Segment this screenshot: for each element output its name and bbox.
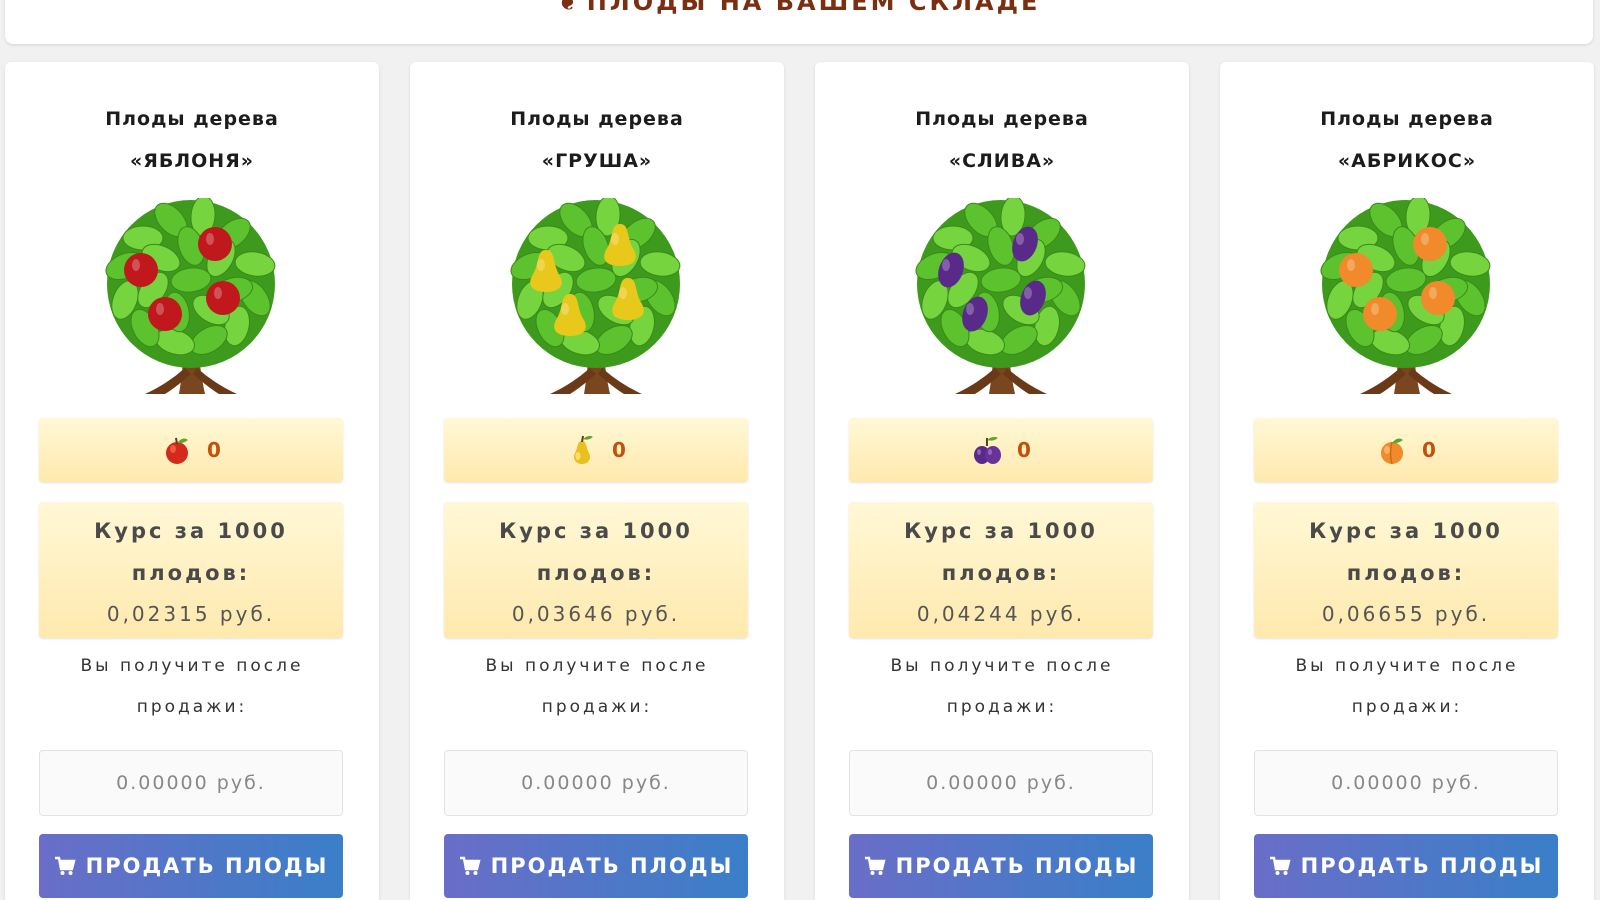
card-title: Плоды дерева «АБРИКОС» bbox=[1220, 98, 1594, 182]
rate-label: Курс за 1000 плодов: bbox=[849, 502, 1153, 594]
pear-icon bbox=[574, 435, 594, 464]
receive-amount-field: 0.00000 руб. bbox=[39, 750, 343, 816]
fruit-count-box: 0 bbox=[39, 418, 343, 482]
rate-label-line2: плодов: bbox=[131, 561, 251, 585]
fruit-count-box: 0 bbox=[444, 418, 748, 482]
rate-label-line2: плодов: bbox=[941, 561, 1061, 585]
card-title-line1: Плоды дерева bbox=[105, 108, 279, 130]
apple-tree-icon bbox=[105, 198, 276, 394]
rate-label: Курс за 1000 плодов: bbox=[39, 502, 343, 594]
card-title-line1: Плоды дерева bbox=[915, 108, 1089, 130]
fruit-cards: Плоды дерева «ЯБЛОНЯ» 0 Курс за 1000 плод… bbox=[0, 62, 1600, 900]
rate-label-line1: Курс за 1000 bbox=[904, 519, 1098, 543]
rate-label: Курс за 1000 плодов: bbox=[444, 502, 748, 594]
sell-button-label: ПРОДАТЬ ПЛОДЫ bbox=[85, 854, 329, 878]
rate-value: 0,04244 руб. bbox=[916, 602, 1086, 626]
page-title: ❦ ПЛОДЫ НА ВАШЕМ СКЛАДЕ bbox=[5, 0, 1593, 16]
sell-button-label: ПРОДАТЬ ПЛОДЫ bbox=[1300, 854, 1544, 878]
receive-label-line2: продажи: bbox=[946, 697, 1058, 717]
rate-value: 0,06655 руб. bbox=[1321, 602, 1491, 626]
receive-label: Вы получите после продажи: bbox=[855, 646, 1149, 728]
card-title-line2: «АБРИКОС» bbox=[1337, 150, 1477, 172]
card-title: Плоды дерева «СЛИВА» bbox=[815, 98, 1189, 182]
page-title-text: ПЛОДЫ НА ВАШЕМ СКЛАДЕ bbox=[586, 0, 1041, 16]
fruit-count: 0 bbox=[612, 438, 626, 462]
card-title-line1: Плоды дерева bbox=[510, 108, 684, 130]
receive-label-line2: продажи: bbox=[541, 697, 653, 717]
fruit-card-apricot: Плоды дерева «АБРИКОС» 0 Курс за 1000 пло… bbox=[1220, 62, 1594, 900]
sell-button-label: ПРОДАТЬ ПЛОДЫ bbox=[490, 854, 734, 878]
card-title-line2: «СЛИВА» bbox=[948, 150, 1056, 172]
rate-label-line1: Курс за 1000 bbox=[499, 519, 693, 543]
receive-label: Вы получите после продажи: bbox=[45, 646, 339, 728]
fruit-count-box: 0 bbox=[849, 418, 1153, 482]
receive-amount-field: 0.00000 руб. bbox=[1254, 750, 1558, 816]
cart-icon bbox=[864, 856, 886, 875]
card-title: Плоды дерева «ЯБЛОНЯ» bbox=[5, 98, 379, 182]
receive-label-line2: продажи: bbox=[1351, 697, 1463, 717]
sell-fruits-button[interactable]: ПРОДАТЬ ПЛОДЫ bbox=[444, 834, 748, 898]
card-title-line2: «ЯБЛОНЯ» bbox=[129, 150, 255, 172]
fruit-card-pear: Плоды дерева «ГРУША» 0 Курс за 1000 плодо… bbox=[410, 62, 784, 900]
receive-label-line1: Вы получите после bbox=[485, 656, 709, 676]
fruit-count: 0 bbox=[1017, 438, 1031, 462]
rate-label: Курс за 1000 плодов: bbox=[1254, 502, 1558, 594]
receive-label-line2: продажи: bbox=[136, 697, 248, 717]
rate-label-line1: Курс за 1000 bbox=[94, 519, 288, 543]
sell-fruits-button[interactable]: ПРОДАТЬ ПЛОДЫ bbox=[849, 834, 1153, 898]
rate-box: Курс за 1000 плодов: 0,03646 руб. bbox=[444, 502, 748, 638]
receive-label: Вы получите после продажи: bbox=[450, 646, 744, 728]
fruit-card-plum: Плоды дерева «СЛИВА» 0 Курс за 1000 плодо… bbox=[815, 62, 1189, 900]
rate-box: Курс за 1000 плодов: 0,04244 руб. bbox=[849, 502, 1153, 638]
fruit-card-apple: Плоды дерева «ЯБЛОНЯ» 0 Курс за 1000 плод… bbox=[5, 62, 379, 900]
apricot-icon bbox=[1381, 438, 1404, 465]
sell-fruits-button[interactable]: ПРОДАТЬ ПЛОДЫ bbox=[1254, 834, 1558, 898]
rate-label-line1: Курс за 1000 bbox=[1309, 519, 1503, 543]
rate-value: 0,02315 руб. bbox=[106, 602, 276, 626]
page: ❦ ПЛОДЫ НА ВАШЕМ СКЛАДЕ Плоды дерева «ЯБЛ… bbox=[0, 0, 1600, 900]
cart-icon bbox=[459, 856, 481, 875]
plum-icon bbox=[974, 436, 1002, 464]
card-title: Плоды дерева «ГРУША» bbox=[410, 98, 784, 182]
cart-icon bbox=[54, 856, 76, 875]
card-title-line1: Плоды дерева bbox=[1320, 108, 1494, 130]
rate-label-line2: плодов: bbox=[536, 561, 656, 585]
receive-label-line1: Вы получите после bbox=[80, 656, 304, 676]
fruit-count-box: 0 bbox=[1254, 418, 1558, 482]
apple-icon bbox=[166, 437, 189, 464]
receive-label-line1: Вы получите после bbox=[890, 656, 1114, 676]
rate-value: 0,03646 руб. bbox=[511, 602, 681, 626]
fruit-count: 0 bbox=[1422, 438, 1436, 462]
card-title-line2: «ГРУША» bbox=[541, 150, 653, 172]
rate-box: Курс за 1000 плодов: 0,02315 руб. bbox=[39, 502, 343, 638]
leaf-icon: ❦ bbox=[557, 0, 581, 16]
pear-tree-icon bbox=[510, 198, 681, 394]
fruit-count: 0 bbox=[207, 438, 221, 462]
plum-tree-icon bbox=[915, 198, 1086, 394]
receive-amount-field: 0.00000 руб. bbox=[849, 750, 1153, 816]
rate-box: Курс за 1000 плодов: 0,06655 руб. bbox=[1254, 502, 1558, 638]
receive-amount-field: 0.00000 руб. bbox=[444, 750, 748, 816]
header-panel: ❦ ПЛОДЫ НА ВАШЕМ СКЛАДЕ bbox=[5, 0, 1593, 44]
sell-fruits-button[interactable]: ПРОДАТЬ ПЛОДЫ bbox=[39, 834, 343, 898]
cart-icon bbox=[1269, 856, 1291, 875]
rate-label-line2: плодов: bbox=[1346, 561, 1466, 585]
receive-label-line1: Вы получите после bbox=[1295, 656, 1519, 676]
sell-button-label: ПРОДАТЬ ПЛОДЫ bbox=[895, 854, 1139, 878]
receive-label: Вы получите после продажи: bbox=[1260, 646, 1554, 728]
apricot-tree-icon bbox=[1320, 198, 1491, 394]
